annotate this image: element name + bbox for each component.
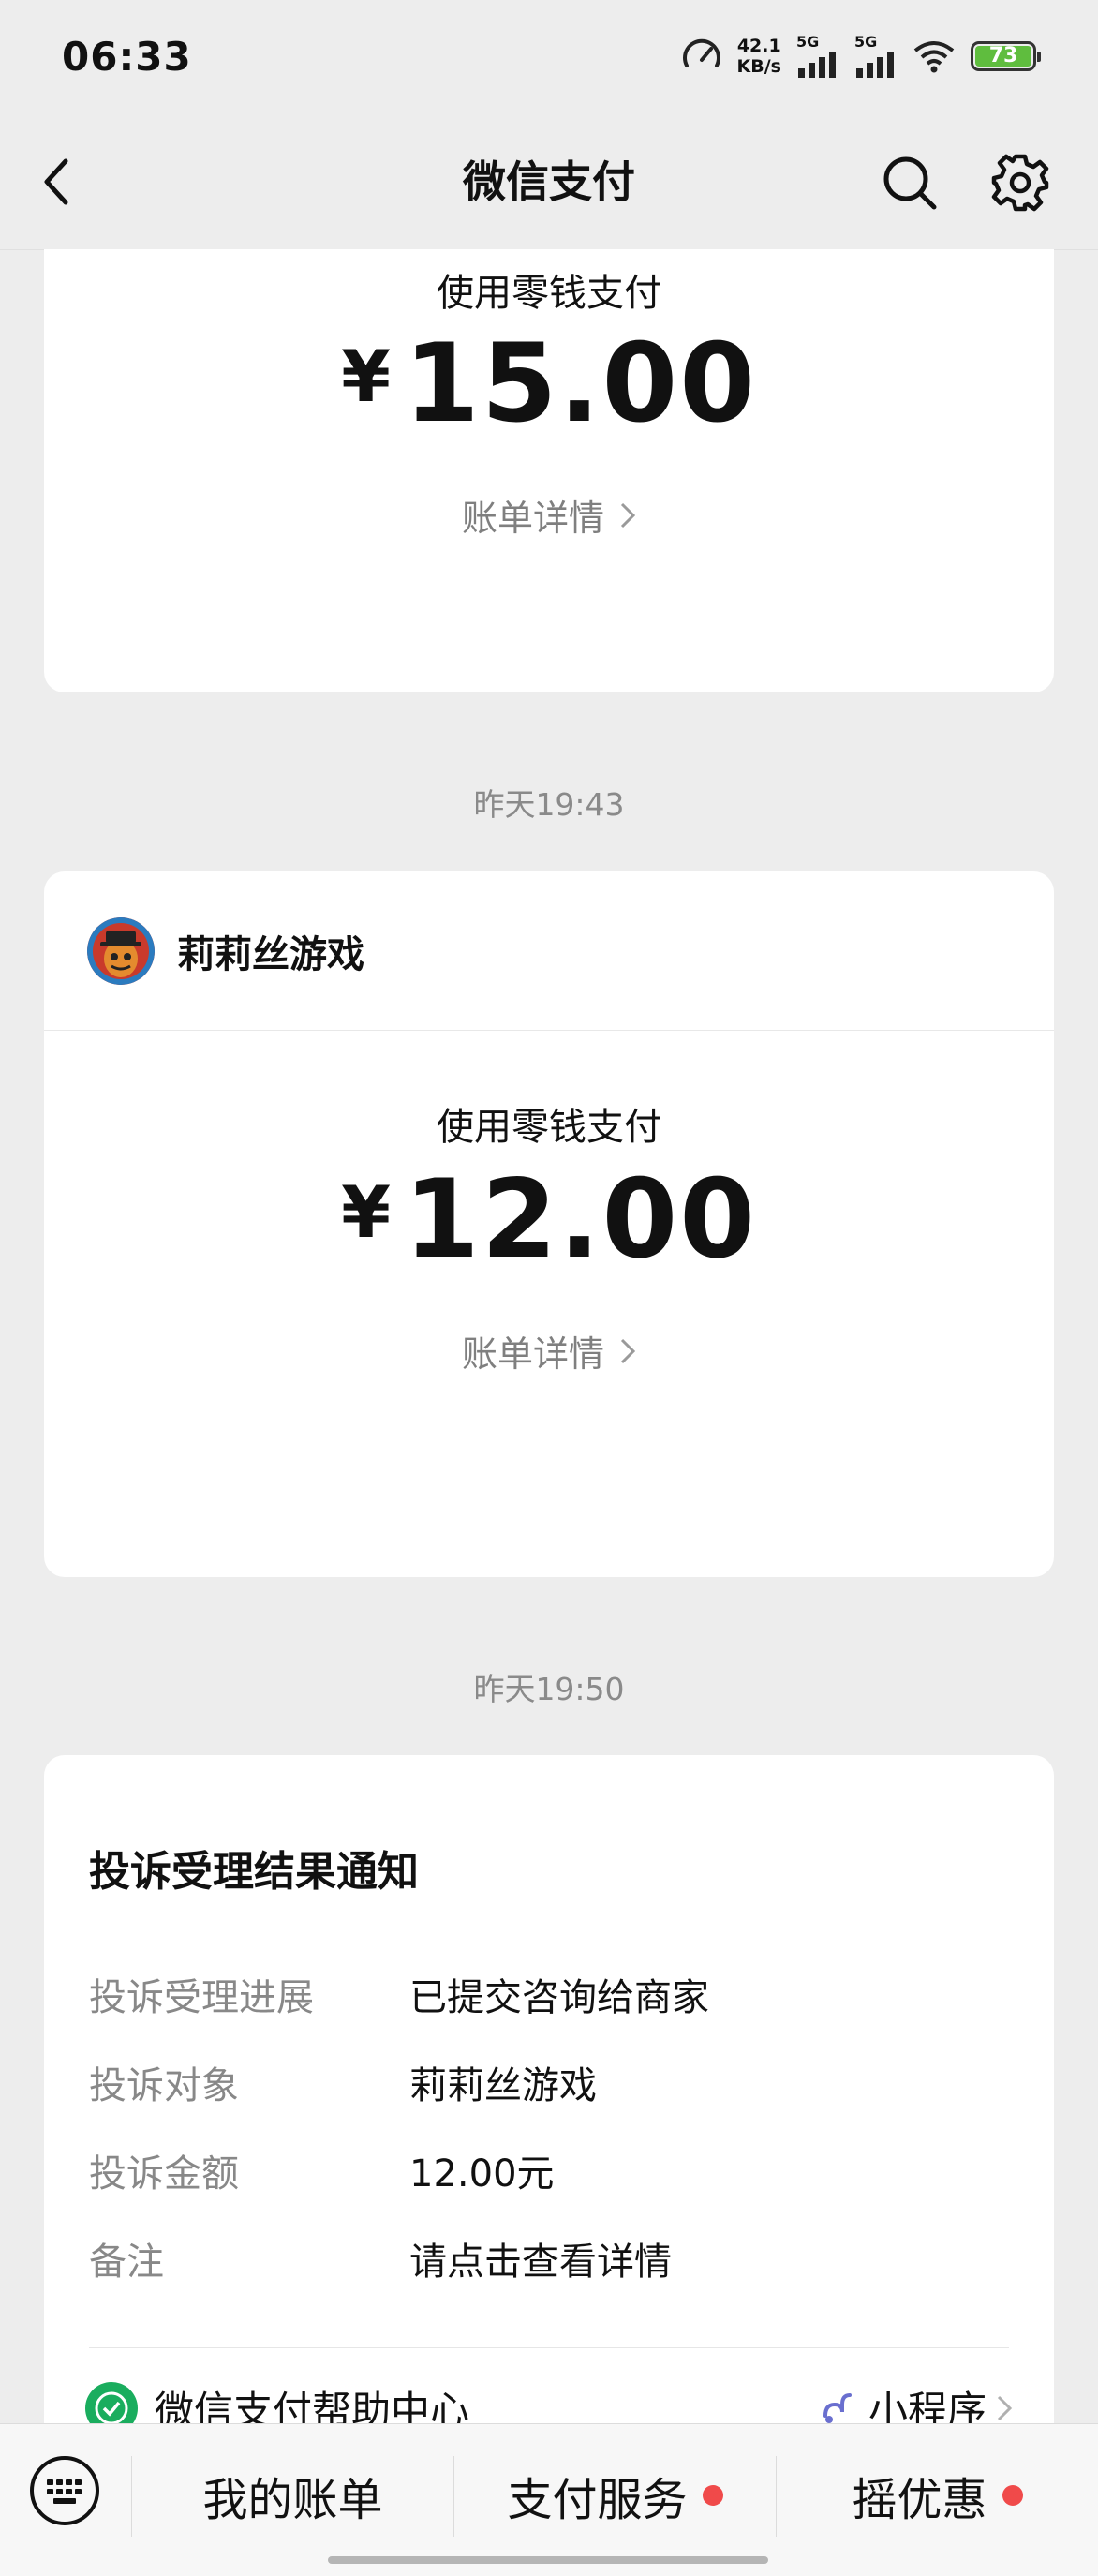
- menu-label: 我的账单: [202, 2474, 383, 2526]
- menu-label: 摇优惠: [852, 2474, 987, 2526]
- notice-key: 备注: [89, 2241, 164, 2284]
- message-timestamp: 昨天19:50: [473, 1671, 625, 1707]
- bottom-menu-bar: 我的账单 支付服务 摇优惠: [0, 2423, 1098, 2576]
- notice-key: 投诉受理进展: [89, 1976, 314, 2019]
- currency-symbol: ¥: [341, 1170, 391, 1254]
- notification-dot: [702, 2485, 723, 2506]
- chevron-right-icon: [620, 1338, 636, 1363]
- mini-program-label: 小程序: [868, 2388, 987, 2423]
- network-speed: 42.1 KB/s: [737, 36, 781, 77]
- keyboard-icon[interactable]: [28, 2454, 101, 2527]
- notice-row-amount: 投诉金额 12.00元: [89, 2143, 555, 2197]
- currency-symbol: ¥: [341, 335, 391, 418]
- message-timestamp: 昨天19:43: [473, 786, 625, 823]
- amount-value: 12.00: [403, 1156, 757, 1283]
- menu-shake-offers[interactable]: 摇优惠: [777, 2443, 1098, 2548]
- signal-bars-icon: [798, 52, 836, 78]
- signal-1: 5G: [796, 35, 839, 78]
- home-indicator[interactable]: [328, 2556, 768, 2564]
- notification-dot: [1002, 2485, 1023, 2506]
- amount-value: 15.00: [403, 320, 757, 447]
- menu-my-bills[interactable]: 我的账单: [132, 2443, 453, 2548]
- signal-2: 5G: [854, 35, 898, 78]
- speedometer-icon: [682, 38, 720, 67]
- payment-card-1[interactable]: 使用零钱支付 ¥15.00 账单详情: [44, 249, 1054, 692]
- bill-detail-label: 账单详情: [461, 1333, 604, 1375]
- merchant-header: 莉莉丝游戏: [44, 871, 1054, 1031]
- notice-row-target: 投诉对象 莉莉丝游戏: [89, 2055, 597, 2109]
- payment-method-label: 使用零钱支付: [437, 272, 661, 315]
- payment-amount: ¥12.00: [44, 1164, 1054, 1308]
- help-center-row[interactable]: 微信支付帮助中心 小程序: [85, 2379, 1013, 2423]
- payment-card-2[interactable]: 莉莉丝游戏 使用零钱支付 ¥12.00 账单详情: [44, 871, 1054, 1577]
- payment-method-label: 使用零钱支付: [437, 1106, 661, 1149]
- battery-icon: 73: [971, 41, 1041, 71]
- menu-pay-services[interactable]: 支付服务: [454, 2443, 776, 2548]
- complaint-notice-card[interactable]: 投诉受理结果通知 投诉受理进展 已提交咨询给商家 投诉对象 莉莉丝游戏 投诉金额 12…: [44, 1755, 1054, 2423]
- notice-title: 投诉受理结果通知: [89, 1848, 419, 1896]
- network-type-2: 5G: [854, 33, 878, 51]
- mini-program-tag: 小程序: [818, 2379, 1013, 2423]
- search-icon[interactable]: [881, 154, 939, 212]
- notice-value: 请点击查看详情: [409, 2241, 672, 2284]
- speed-value: 42.1: [736, 36, 781, 56]
- battery-level: 73: [975, 46, 1031, 67]
- chevron-right-icon: [620, 502, 636, 528]
- wifi-icon: [913, 41, 955, 73]
- network-type-1: 5G: [796, 33, 820, 51]
- help-center-label: 微信支付帮助中心: [155, 2388, 470, 2423]
- payment-amount: ¥15.00: [44, 328, 1054, 472]
- bill-detail-label: 账单详情: [461, 498, 604, 539]
- merchant-avatar: [87, 916, 155, 985]
- notice-row-progress: 投诉受理进展 已提交咨询给商家: [89, 1967, 709, 2021]
- notice-row-remark: 备注 请点击查看详情: [89, 2231, 672, 2286]
- gear-icon[interactable]: [989, 152, 1051, 214]
- nav-bar: 微信支付: [0, 112, 1098, 250]
- menu-label: 支付服务: [507, 2474, 688, 2526]
- merchant-name: 莉莉丝游戏: [177, 932, 364, 976]
- chevron-right-icon: [997, 2395, 1013, 2420]
- bill-detail-link[interactable]: 账单详情: [44, 1325, 1054, 1377]
- notice-value: 莉莉丝游戏: [409, 2064, 597, 2107]
- notice-key: 投诉金额: [89, 2152, 239, 2196]
- status-bar: 06:33 42.1 KB/s 5G 5G 73: [0, 0, 1098, 112]
- notice-key: 投诉对象: [89, 2064, 239, 2107]
- notice-value: 12.00元: [409, 2152, 555, 2196]
- bill-detail-link[interactable]: 账单详情: [44, 489, 1054, 541]
- divider: [89, 2347, 1009, 2348]
- signal-bars-icon: [856, 52, 894, 78]
- speed-unit: KB/s: [736, 56, 781, 77]
- notice-value: 已提交咨询给商家: [409, 1976, 709, 2019]
- status-time: 06:33: [62, 33, 192, 80]
- wechat-pay-help-icon: [85, 2381, 138, 2423]
- mini-program-icon: [823, 2392, 852, 2423]
- status-icons: 42.1 KB/s 5G 5G 73: [681, 35, 1041, 78]
